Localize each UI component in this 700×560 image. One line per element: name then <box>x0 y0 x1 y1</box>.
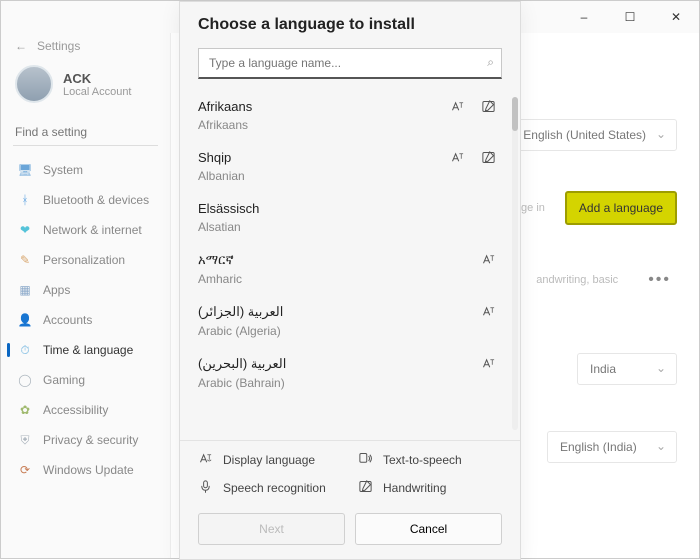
nav-label: Accessibility <box>43 403 108 417</box>
nav-icon: ❤ <box>17 222 33 238</box>
text-to-speech-icon <box>358 451 373 469</box>
nav-icon: ▦ <box>17 282 33 298</box>
display-language-icon <box>481 252 496 270</box>
display-language-icon <box>198 451 213 469</box>
country-dropdown[interactable]: India <box>577 353 677 385</box>
language-english: Amharic <box>198 272 510 286</box>
search-icon: ⌕ <box>487 55 494 70</box>
nav-label: Gaming <box>43 373 85 387</box>
language-native: العربية (البحرين) <box>198 356 510 372</box>
handwriting-icon <box>481 99 496 117</box>
language-option[interactable]: Elsässisch Alsatian <box>198 193 514 244</box>
sidebar-item-windows-update[interactable]: ⟳ Windows Update <box>7 456 164 484</box>
minimize-button[interactable]: – <box>561 1 607 33</box>
profile[interactable]: ACK Local Account <box>7 61 164 115</box>
add-language-button[interactable]: Add a language <box>565 191 677 225</box>
nav-icon: 👤 <box>17 312 33 328</box>
language-search-input[interactable] <box>198 48 502 79</box>
display-language-icon <box>481 304 496 322</box>
back-icon[interactable]: ← <box>15 39 27 53</box>
language-native: Elsässisch <box>198 201 510 216</box>
handwriting-icon <box>358 479 373 497</box>
nav-icon: ⟳ <box>17 462 33 478</box>
profile-name: ACK <box>63 71 132 86</box>
search-input[interactable] <box>13 119 158 146</box>
display-language-icon <box>450 99 465 117</box>
nav-icon: ⛨ <box>17 432 33 448</box>
next-button[interactable]: Next <box>198 513 345 545</box>
handwriting-icon <box>481 150 496 168</box>
language-option[interactable]: አማርኛ Amharic <box>198 244 514 296</box>
profile-sub: Local Account <box>63 86 132 98</box>
sidebar-item-time-language[interactable]: ⏱ Time & language <box>7 336 164 364</box>
nav-label: Windows Update <box>43 463 134 477</box>
nav-label: Network & internet <box>43 223 142 237</box>
sidebar-item-accounts[interactable]: 👤 Accounts <box>7 306 164 334</box>
sidebar-item-bluetooth-devices[interactable]: ᚼ Bluetooth & devices <box>7 186 164 214</box>
language-english: Albanian <box>198 169 510 183</box>
language-option[interactable]: العربية (البحرين) Arabic (Bahrain) <box>198 348 514 400</box>
sidebar-item-apps[interactable]: ▦ Apps <box>7 276 164 304</box>
language-english: Arabic (Bahrain) <box>198 376 510 390</box>
sidebar-item-network-internet[interactable]: ❤ Network & internet <box>7 216 164 244</box>
nav-label: Personalization <box>43 253 125 267</box>
nav-icon: 🖥 <box>17 162 33 178</box>
language-english: Afrikaans <box>198 118 510 132</box>
language-english: Arabic (Algeria) <box>198 324 510 338</box>
sub-hint: andwriting, basic <box>536 274 618 286</box>
nav-icon: ◯ <box>17 372 33 388</box>
nav-label: Apps <box>43 283 70 297</box>
windows-language-dropdown[interactable]: English (United States) <box>510 119 677 151</box>
more-options[interactable]: ••• <box>648 271 677 289</box>
legend: Display language Text-to-speech Speech r… <box>180 440 520 503</box>
sidebar-item-system[interactable]: 🖥 System <box>7 156 164 184</box>
sidebar-item-gaming[interactable]: ◯ Gaming <box>7 366 164 394</box>
modal-title: Choose a language to install <box>180 2 520 44</box>
legend-tts: Text-to-speech <box>358 451 502 469</box>
nav-icon: ⏱ <box>17 342 33 358</box>
nav-label: System <box>43 163 83 177</box>
language-native: العربية (الجزائر) <box>198 304 510 320</box>
language-native: አማርኛ <box>198 252 510 268</box>
sidebar-item-personalization[interactable]: ✎ Personalization <box>7 246 164 274</box>
display-language-icon <box>481 356 496 374</box>
install-language-modal: Choose a language to install ⌕ Afrikaans… <box>179 1 521 560</box>
legend-display: Display language <box>198 451 342 469</box>
find-setting[interactable] <box>13 119 158 146</box>
language-option[interactable]: ShqipAlbanian <box>198 142 514 193</box>
nav-icon: ᚼ <box>17 192 33 208</box>
close-button[interactable]: ✕ <box>653 1 699 33</box>
settings-title: Settings <box>37 39 80 53</box>
language-english: Alsatian <box>198 220 510 234</box>
nav-label: Accounts <box>43 313 92 327</box>
cancel-button[interactable]: Cancel <box>355 513 502 545</box>
sidebar-item-accessibility[interactable]: ✿ Accessibility <box>7 396 164 424</box>
nav-icon: ✿ <box>17 402 33 418</box>
legend-hand: Handwriting <box>358 479 502 497</box>
sidebar: ← Settings ACK Local Account 🖥 System ᚼ Blu… <box>1 33 171 558</box>
nav-label: Time & language <box>43 343 133 357</box>
language-option[interactable]: AfrikaansAfrikaans <box>198 91 514 142</box>
nav-icon: ✎ <box>17 252 33 268</box>
display-language-icon <box>450 150 465 168</box>
region-format-dropdown[interactable]: English (India) <box>547 431 677 463</box>
language-list[interactable]: AfrikaansAfrikaansShqipAlbanianElsässisc… <box>180 87 520 440</box>
nav-label: Bluetooth & devices <box>43 193 149 207</box>
nav-label: Privacy & security <box>43 433 138 447</box>
speech-recognition-icon <box>198 479 213 497</box>
language-option[interactable]: العربية (الجزائر) Arabic (Algeria) <box>198 296 514 348</box>
maximize-button[interactable]: ☐ <box>607 1 653 33</box>
avatar <box>15 65 53 103</box>
legend-speech: Speech recognition <box>198 479 342 497</box>
sidebar-item-privacy-security[interactable]: ⛨ Privacy & security <box>7 426 164 454</box>
